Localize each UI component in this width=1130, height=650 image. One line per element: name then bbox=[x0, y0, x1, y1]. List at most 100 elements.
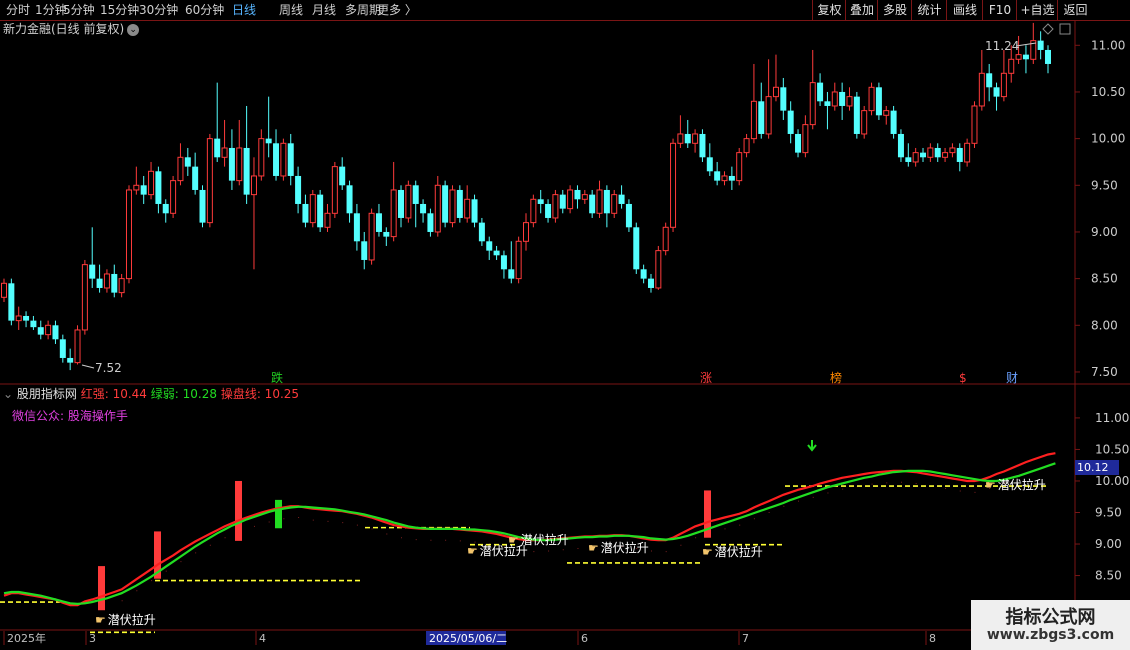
time-axis: 2025年 3 4 6 7 8 2025/05/06/二 bbox=[3, 631, 936, 645]
candle bbox=[250, 157, 257, 270]
collapse-icon[interactable]: ⌄ bbox=[3, 387, 13, 401]
candle bbox=[883, 105, 890, 125]
event-marker-3[interactable]: $ bbox=[959, 371, 967, 385]
candle bbox=[795, 129, 802, 158]
candle bbox=[302, 194, 309, 228]
candle bbox=[74, 325, 81, 365]
indicator-tick-label: 11.00 bbox=[1095, 411, 1129, 425]
time-label: 6 bbox=[581, 632, 588, 645]
period-tab-10[interactable]: 更多 〉 bbox=[377, 2, 417, 18]
candle bbox=[956, 143, 963, 172]
toolbar-button-3[interactable]: 统计 bbox=[911, 0, 947, 20]
event-marker-1[interactable]: 涨 bbox=[700, 370, 712, 385]
event-marker-0[interactable]: 跌 bbox=[271, 370, 283, 385]
toolbar-button-1[interactable]: 叠加 bbox=[845, 0, 878, 20]
period-tab-1[interactable]: 1分钟 bbox=[35, 2, 67, 18]
price-tick-label: 9.50 bbox=[1091, 178, 1118, 192]
period-tab-2[interactable]: 5分钟 bbox=[63, 2, 95, 18]
candle bbox=[589, 189, 596, 218]
candle bbox=[971, 101, 978, 148]
down-arrow-icon bbox=[807, 440, 817, 452]
period-tab-6[interactable]: 日线 bbox=[232, 2, 256, 18]
candle bbox=[339, 157, 346, 190]
period-tab-4[interactable]: 30分钟 bbox=[139, 2, 178, 18]
price-tick-label: 8.00 bbox=[1091, 318, 1118, 332]
period-tab-8[interactable]: 月线 bbox=[312, 2, 336, 18]
candle bbox=[118, 273, 125, 298]
candle bbox=[545, 199, 552, 223]
toolbar-button-6[interactable]: +自选 bbox=[1016, 0, 1058, 20]
candle bbox=[442, 180, 449, 228]
candle bbox=[633, 222, 640, 274]
candle bbox=[846, 87, 853, 111]
period-tab-3[interactable]: 15分钟 bbox=[100, 2, 139, 18]
toolbar-button-4[interactable]: 画线 bbox=[946, 0, 983, 20]
candle bbox=[133, 166, 140, 195]
diamond-icon[interactable] bbox=[1042, 23, 1054, 35]
period-tab-7[interactable]: 周线 bbox=[279, 2, 303, 18]
candle bbox=[52, 320, 59, 344]
toolbar-button-5[interactable]: F10 bbox=[982, 0, 1017, 20]
toolbar-button-0[interactable]: 复权 bbox=[812, 0, 846, 20]
candle bbox=[309, 189, 316, 228]
period-tab-0[interactable]: 分时 bbox=[6, 2, 30, 18]
time-label: 4 bbox=[259, 632, 266, 645]
candle bbox=[324, 203, 331, 232]
candle bbox=[603, 185, 610, 228]
time-label: 7 bbox=[742, 632, 749, 645]
candle bbox=[280, 138, 287, 181]
window-icon[interactable] bbox=[1059, 23, 1071, 35]
candle bbox=[493, 245, 500, 260]
period-tab-5[interactable]: 60分钟 bbox=[185, 2, 224, 18]
toolbar-button-7[interactable]: 返回 bbox=[1057, 0, 1093, 20]
candle bbox=[875, 82, 882, 120]
price-axis: 11.00 10.50 10.00 9.50 9.00 8.50 8.00 7.50 bbox=[1075, 38, 1125, 379]
signal-bar bbox=[275, 499, 282, 529]
candle bbox=[449, 185, 456, 228]
candle bbox=[258, 129, 265, 181]
signal-text: 潜伏拉升 bbox=[600, 541, 649, 555]
signal-text: 潜伏拉升 bbox=[714, 545, 763, 559]
signal-label-0: ☛ 潜伏拉升 bbox=[95, 611, 156, 628]
candle bbox=[228, 129, 235, 190]
candle bbox=[243, 105, 250, 204]
candle bbox=[273, 129, 280, 181]
event-marker-4[interactable]: 财 bbox=[1006, 371, 1018, 385]
candle bbox=[743, 133, 750, 158]
candle bbox=[537, 189, 544, 214]
candle bbox=[530, 194, 537, 228]
time-label: 8 bbox=[929, 632, 936, 645]
signal-bar bbox=[235, 480, 242, 541]
chevron-down-icon[interactable]: ⌄ bbox=[127, 23, 140, 36]
candle bbox=[96, 264, 103, 293]
candle bbox=[140, 175, 147, 204]
signal-label-2: ☛ 潜伏拉升 bbox=[508, 531, 569, 548]
candle bbox=[677, 115, 684, 148]
period-tab-9[interactable]: 多周期 bbox=[345, 2, 381, 18]
candle bbox=[868, 82, 875, 116]
candle bbox=[662, 222, 669, 256]
candle bbox=[1022, 45, 1029, 74]
toolbar-button-2[interactable]: 多股 bbox=[877, 0, 912, 20]
candle bbox=[772, 54, 779, 102]
candle bbox=[780, 77, 787, 120]
candle bbox=[699, 129, 706, 162]
pointing-hand-icon: ☛ bbox=[702, 545, 713, 559]
price-tick-label: 10.00 bbox=[1091, 132, 1125, 146]
candle bbox=[706, 143, 713, 176]
candle bbox=[581, 189, 588, 204]
candle bbox=[853, 91, 860, 139]
candle bbox=[111, 264, 118, 298]
candle bbox=[787, 101, 794, 144]
candle bbox=[839, 82, 846, 120]
event-marker-2[interactable]: 榜 bbox=[830, 370, 842, 385]
candle bbox=[596, 180, 603, 218]
candle bbox=[221, 119, 228, 167]
candle bbox=[728, 166, 735, 190]
time-label: 3 bbox=[89, 632, 96, 645]
current-value-badge: 10.12 bbox=[1075, 460, 1119, 475]
indicator-tick-label: 9.50 bbox=[1095, 506, 1122, 520]
candle bbox=[912, 147, 919, 167]
candle bbox=[420, 199, 427, 223]
pointing-hand-icon: ☛ bbox=[95, 613, 106, 627]
